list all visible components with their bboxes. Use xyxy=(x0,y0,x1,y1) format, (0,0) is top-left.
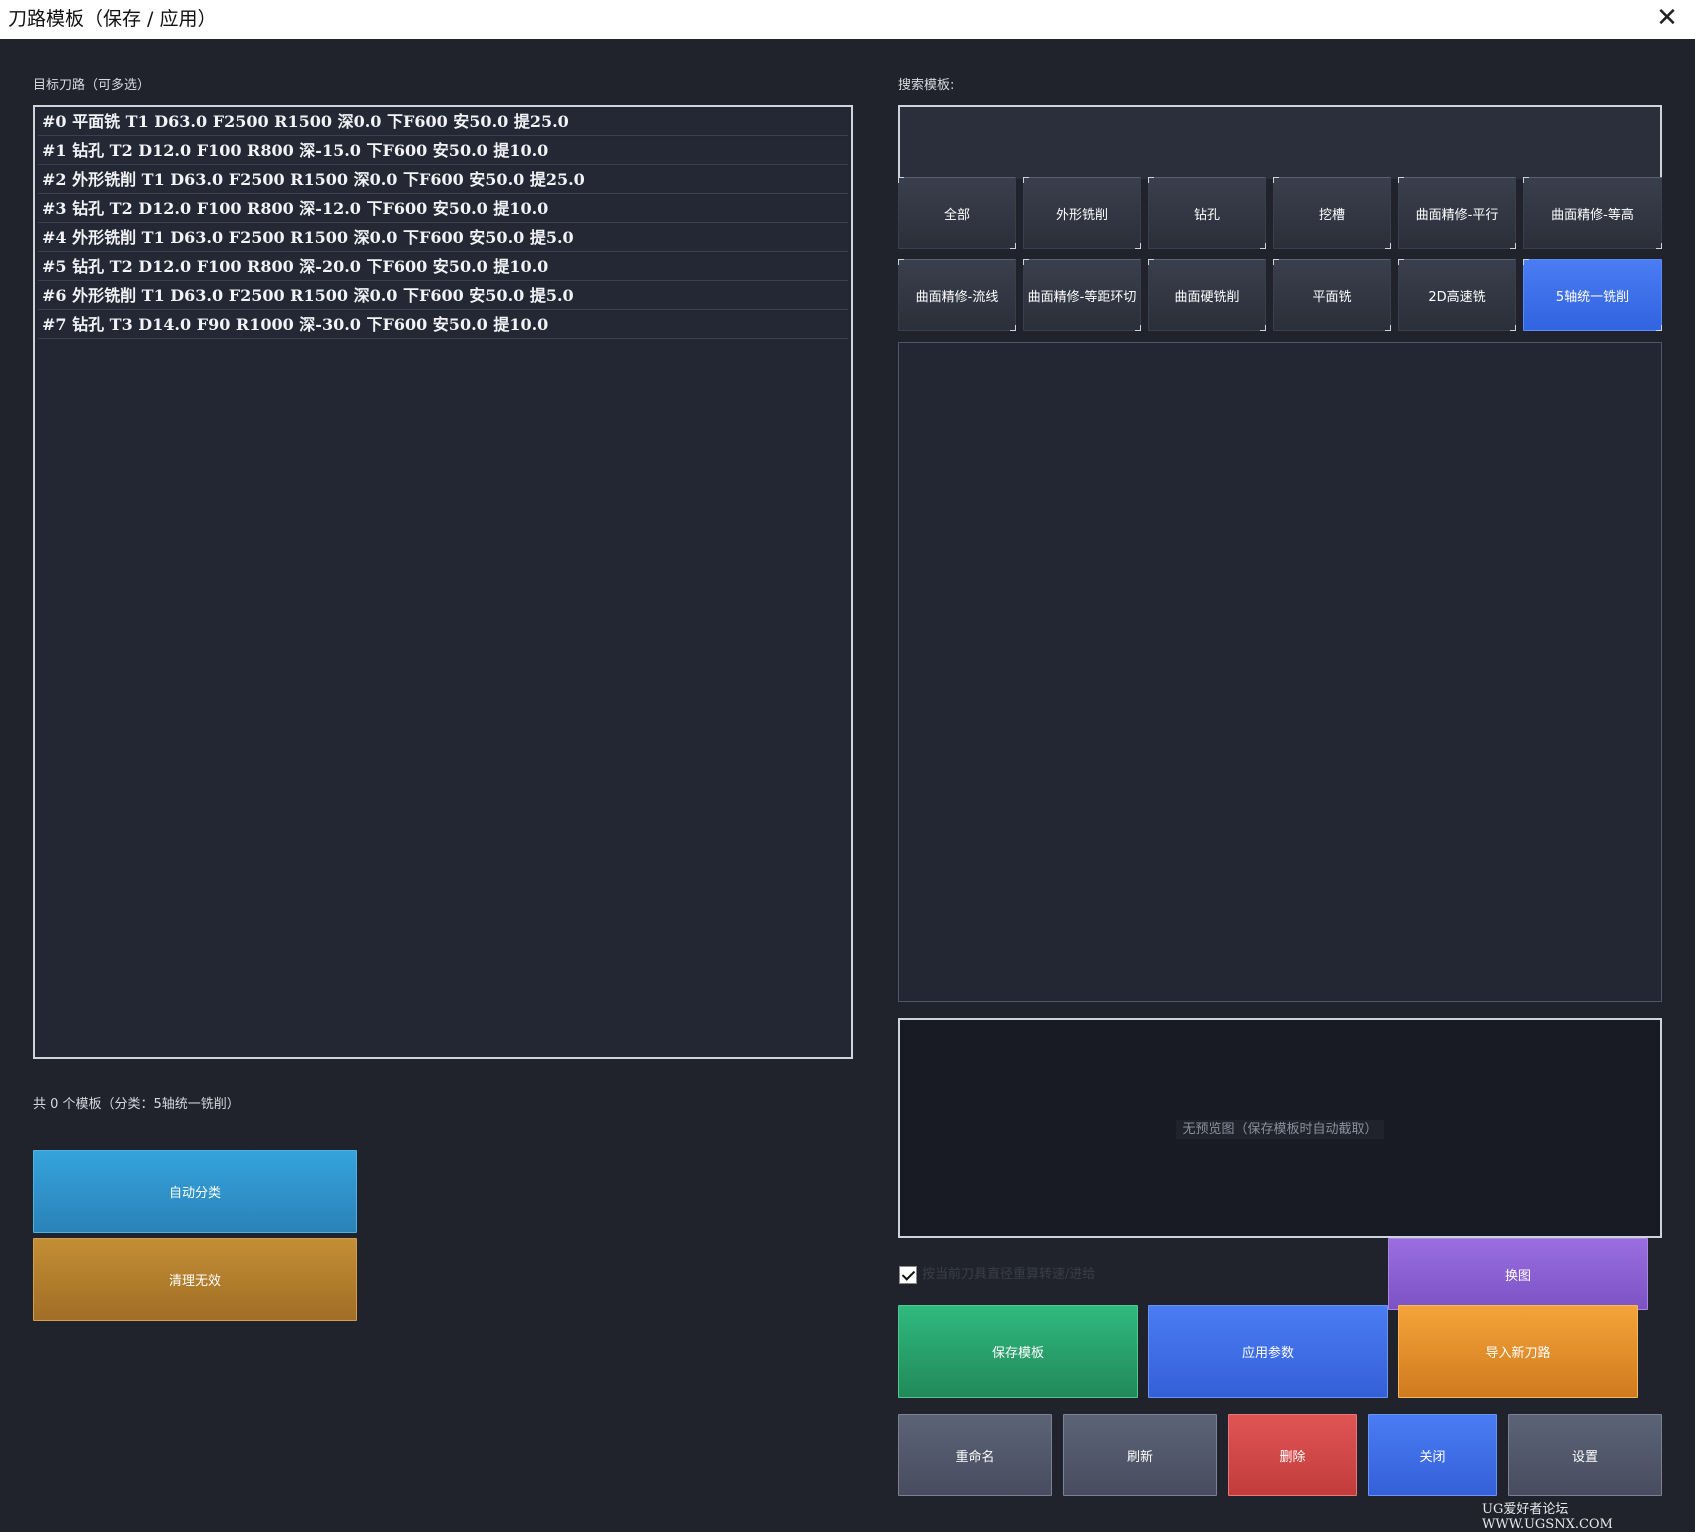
toolpath-list-item[interactable]: #5 钻孔 T2 D12.0 F100 R800 深-20.0 下F600 安5… xyxy=(38,254,848,281)
close-button[interactable]: 关闭 xyxy=(1368,1414,1497,1496)
toolpath-list-item[interactable]: #0 平面铣 T1 D63.0 F2500 R1500 深0.0 下F600 安… xyxy=(38,109,848,136)
apply-params-button[interactable]: 应用参数 xyxy=(1148,1305,1388,1398)
toolpath-list-item[interactable]: #2 外形铣削 T1 D63.0 F2500 R1500 深0.0 下F600 … xyxy=(38,167,848,194)
template-list[interactable] xyxy=(898,342,1662,1002)
change-image-button[interactable]: 换图 xyxy=(1388,1238,1648,1310)
preview-panel: 无预览图（保存模板时自动截取） xyxy=(898,1018,1662,1238)
category-button[interactable]: 平面铣 xyxy=(1273,259,1391,331)
window-title: 刀路模板（保存 / 应用） xyxy=(8,8,217,30)
clean-invalid-button[interactable]: 清理无效 xyxy=(33,1238,357,1321)
toolpath-list-item[interactable]: #3 钻孔 T2 D12.0 F100 R800 深-12.0 下F600 安5… xyxy=(38,196,848,223)
rename-button[interactable]: 重命名 xyxy=(898,1414,1052,1496)
recalc-checkbox-label: 按当前刀具直径重算转速/进给 xyxy=(922,1267,1096,1282)
category-button[interactable]: 外形铣削 xyxy=(1023,177,1141,249)
search-templates-label: 搜索模板: xyxy=(898,78,955,93)
import-toolpath-button[interactable]: 导入新刀路 xyxy=(1398,1305,1638,1398)
category-button[interactable]: 曲面精修-平行 xyxy=(1398,177,1516,249)
toolpath-list-item[interactable]: #6 外形铣削 T1 D63.0 F2500 R1500 深0.0 下F600 … xyxy=(38,283,848,310)
toolpath-list-item[interactable]: #1 钻孔 T2 D12.0 F100 R800 深-15.0 下F600 安5… xyxy=(38,138,848,165)
category-button[interactable]: 挖槽 xyxy=(1273,177,1391,249)
category-button[interactable]: 2D高速铣 xyxy=(1398,259,1516,331)
category-button[interactable]: 曲面精修-流线 xyxy=(898,259,1016,331)
refresh-button[interactable]: 刷新 xyxy=(1063,1414,1217,1496)
toolpath-listbox[interactable]: #0 平面铣 T1 D63.0 F2500 R1500 深0.0 下F600 安… xyxy=(33,105,853,1059)
target-toolpaths-label: 目标刀路（可多选） xyxy=(33,78,151,93)
recalc-checkbox[interactable] xyxy=(899,1266,917,1284)
toolpath-list-item[interactable]: #7 钻孔 T3 D14.0 F90 R1000 深-30.0 下F600 安5… xyxy=(38,312,848,339)
auto-classify-button[interactable]: 自动分类 xyxy=(33,1150,357,1233)
category-button[interactable]: 曲面精修-等高 xyxy=(1523,177,1662,249)
title-bar: 刀路模板（保存 / 应用） ✕ xyxy=(0,0,1695,39)
delete-button[interactable]: 删除 xyxy=(1228,1414,1357,1496)
category-button[interactable]: 曲面精修-等距环切 xyxy=(1023,259,1141,331)
search-input[interactable] xyxy=(898,105,1662,179)
close-icon[interactable]: ✕ xyxy=(1647,0,1687,39)
toolpath-list-item[interactable]: #4 外形铣削 T1 D63.0 F2500 R1500 深0.0 下F600 … xyxy=(38,225,848,252)
settings-button[interactable]: 设置 xyxy=(1508,1414,1662,1496)
preview-placeholder: 无预览图（保存模板时自动截取） xyxy=(1176,1120,1384,1139)
save-template-button[interactable]: 保存模板 xyxy=(898,1305,1138,1398)
category-button[interactable]: 曲面硬铣削 xyxy=(1148,259,1266,331)
watermark: UG爱好者论坛 WWW.UGSNX.COM xyxy=(1482,1502,1613,1532)
category-button[interactable]: 钻孔 xyxy=(1148,177,1266,249)
template-count-label: 共 0 个模板（分类：5轴统一铣削） xyxy=(33,1097,240,1112)
category-button[interactable]: 全部 xyxy=(898,177,1016,249)
category-button[interactable]: 5轴统一铣削 xyxy=(1523,259,1662,331)
